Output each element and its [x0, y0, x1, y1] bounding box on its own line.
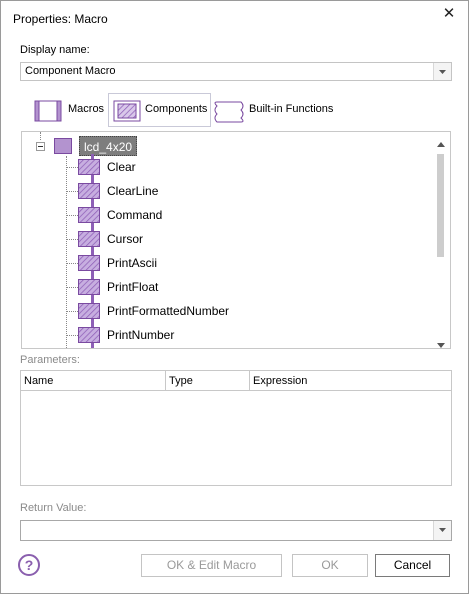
component-tree[interactable]: lcd_4x20 Clear ClearLine Command Cursor [21, 131, 451, 349]
tab-built-in-functions-label: Built-in Functions [249, 103, 334, 115]
scroll-thumb[interactable] [437, 154, 444, 257]
tree-item-clear[interactable]: Clear [22, 156, 422, 178]
tree-item-label: Clear [107, 160, 136, 174]
tree-root-label[interactable]: lcd_4x20 [79, 136, 138, 156]
tab-components-label: Components [145, 103, 208, 115]
parameters-table[interactable]: Name Type Expression [20, 370, 452, 486]
collapse-icon[interactable] [36, 142, 45, 151]
parameters-label: Parameters: [20, 354, 80, 366]
builtin-function-icon [213, 100, 247, 127]
cancel-button[interactable]: Cancel [375, 554, 450, 577]
tree-item-label: PrintFormattedNumber [107, 304, 230, 318]
tree-item-label: PrintNumber [107, 328, 175, 342]
tab-macros[interactable]: Macros [32, 93, 106, 127]
column-header-type[interactable]: Type [166, 371, 250, 391]
component-macro-icon [78, 279, 100, 298]
scroll-up-icon[interactable] [437, 136, 445, 150]
tree-item-label: Cursor [107, 232, 144, 246]
dialog-title: Properties: Macro [13, 12, 108, 26]
tree-item-label: Command [107, 208, 163, 222]
tree-item-label: PrintAscii [107, 256, 158, 270]
component-macro-icon [78, 255, 100, 274]
tree-item-label: PrintFloat [107, 280, 159, 294]
display-name-label: Display name: [20, 44, 90, 56]
title-bar: Properties: Macro ✕ [1, 1, 468, 37]
tab-components[interactable]: Components [108, 93, 211, 127]
scroll-down-icon[interactable] [437, 337, 445, 348]
close-button[interactable]: ✕ [439, 5, 459, 23]
tree-root-node[interactable]: lcd_4x20 [36, 136, 186, 158]
ok-edit-macro-button[interactable]: OK & Edit Macro [141, 554, 282, 577]
display-name-value: Component Macro [25, 65, 116, 77]
component-macro-icon [78, 327, 100, 346]
component-macro-icon [78, 231, 100, 250]
folder-icon [54, 138, 72, 154]
display-name-combo[interactable]: Component Macro [20, 62, 452, 81]
tree-item-printascii[interactable]: PrintAscii [22, 252, 422, 274]
tree-item-printfloat[interactable]: PrintFloat [22, 276, 422, 298]
column-header-name[interactable]: Name [21, 371, 166, 391]
tree-item-label: ClearLine [107, 184, 159, 198]
chevron-down-icon[interactable] [433, 63, 451, 80]
component-macro-icon [78, 303, 100, 322]
tree-scrollbar[interactable] [433, 132, 450, 348]
component-icon [111, 100, 143, 125]
component-macro-icon [78, 183, 100, 202]
ok-button[interactable]: OK [292, 554, 368, 577]
help-button[interactable]: ? [18, 554, 40, 576]
tree-item-command[interactable]: Command [22, 204, 422, 226]
column-header-expression[interactable]: Expression [250, 371, 451, 391]
tree-item-cursor[interactable]: Cursor [22, 228, 422, 250]
tree-item-clearline[interactable]: ClearLine [22, 180, 422, 202]
tree-item-printnumber[interactable]: PrintNumber [22, 324, 422, 346]
tab-built-in-functions[interactable]: Built-in Functions [213, 93, 335, 127]
return-value-label: Return Value: [20, 502, 87, 514]
tab-macros-label: Macros [68, 103, 105, 115]
component-macro-icon [78, 207, 100, 226]
macro-icon [32, 100, 64, 125]
properties-dialog: Properties: Macro ✕ Display name: Compon… [0, 0, 469, 594]
tree-item-printformattednumber[interactable]: PrintFormattedNumber [22, 300, 422, 322]
component-macro-icon [78, 159, 100, 178]
chevron-down-icon[interactable] [433, 521, 451, 540]
return-value-combo[interactable] [20, 520, 452, 541]
